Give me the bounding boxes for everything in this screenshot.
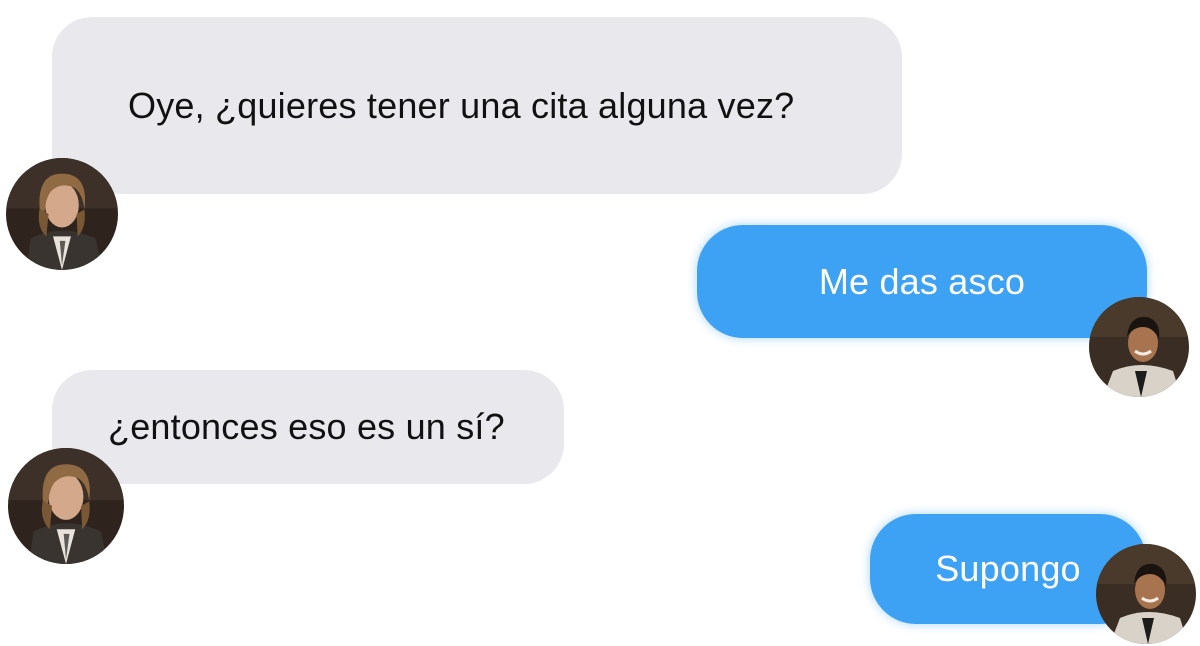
message-text: Me das asco [818,260,1026,302]
avatar-image-icon [1089,297,1189,397]
long-haired-man-in-suit-avatar[interactable] [8,448,124,564]
message-text: ¿entonces eso es un sí? [108,406,505,447]
smiling-man-in-white-suit-avatar[interactable] [1096,544,1196,644]
avatar-image-icon [6,158,118,270]
message-text: Oye, ¿quieres tener una cita alguna vez? [128,84,795,126]
long-haired-man-in-suit-avatar[interactable] [6,158,118,270]
message-bubble-outgoing[interactable]: Me das asco [697,225,1147,338]
message-text: Supongo [935,548,1081,589]
smiling-man-in-white-suit-avatar[interactable] [1089,297,1189,397]
message-bubble-incoming[interactable]: ¿entonces eso es un sí? [52,370,564,484]
chat-screen: Oye, ¿quieres tener una cita alguna vez?… [0,0,1200,646]
avatar-image-icon [8,448,124,564]
message-bubble-incoming[interactable]: Oye, ¿quieres tener una cita alguna vez? [52,17,902,194]
avatar-image-icon [1096,544,1196,644]
